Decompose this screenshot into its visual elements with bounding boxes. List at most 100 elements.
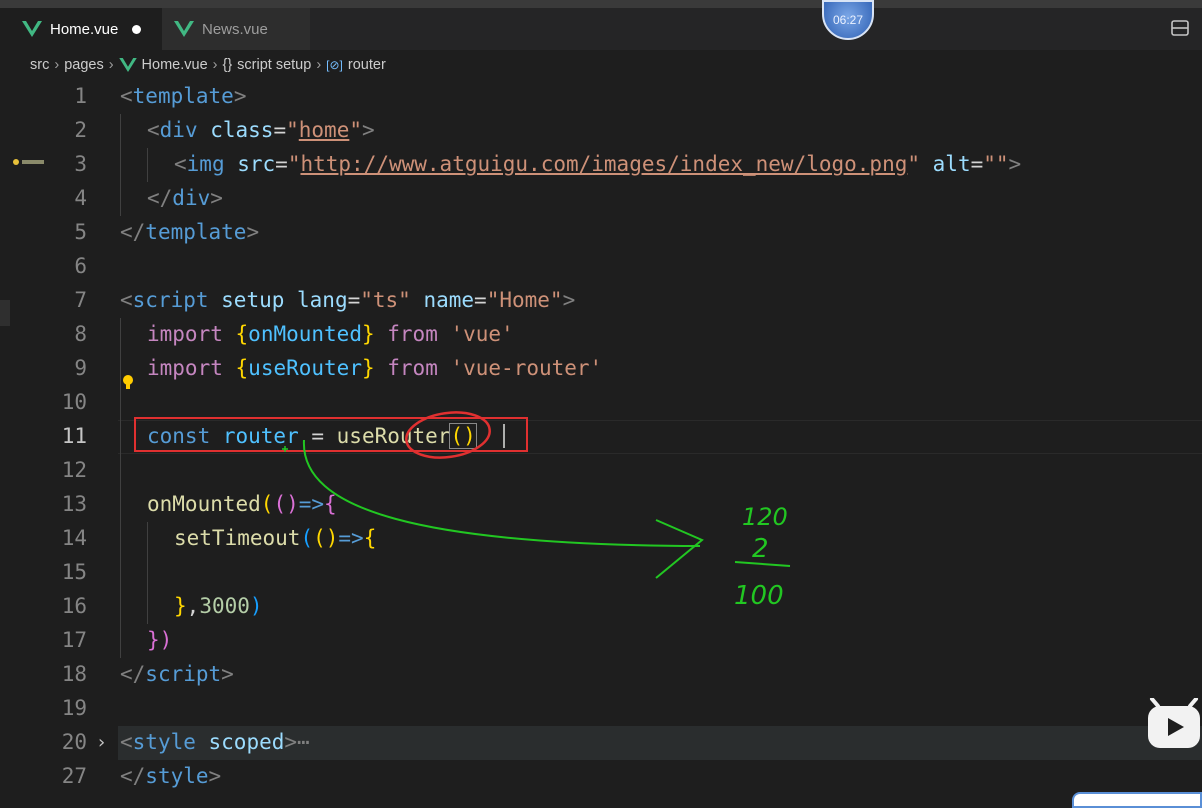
code-line: 6 [0,250,1202,284]
tab-label: Home.vue [50,20,119,38]
indent-guide [120,454,121,488]
breadcrumb-item-script-setup[interactable]: script setup [237,57,311,73]
code-text: </style> [120,764,222,788]
breadcrumb-item-src[interactable]: src [30,57,49,73]
code-text: },3000) [174,594,263,618]
indent-guide [120,182,121,216]
indent-guide [120,624,121,658]
code-text: }) [147,628,173,652]
tab-news-vue[interactable]: News.vue [162,8,310,50]
annotation-highlight-box [134,417,528,452]
indent-guide [120,420,121,454]
code-line: 3 <img src="http://www.atguigu.com/image… [0,148,1202,182]
indent-guide [120,114,121,148]
line-number: 8 [74,322,87,346]
line-number: 6 [74,254,87,278]
code-line: 19 [0,692,1202,726]
code-line: 4 </div> [0,182,1202,216]
code-line: 10 [0,375,1202,420]
line-number: 18 [61,662,87,686]
line-number: 27 [61,764,87,788]
line-number: 9 [74,356,87,380]
indent-guide [120,590,121,624]
line-number: 4 [74,186,87,210]
line-number: 17 [61,628,87,652]
chevron-right-icon: › [316,57,322,73]
breadcrumb: src › pages › Home.vue › {} script setup… [0,50,1202,80]
code-line: 1 <template> [0,80,1202,114]
code-line: 27 </style> [0,760,1202,794]
code-text: <style scoped>⋯ [120,730,310,754]
braces-icon: {} [222,57,233,73]
line-number: 16 [61,594,87,618]
code-line: 15 [0,556,1202,590]
code-text: setTimeout(()=>{ [174,526,377,550]
split-editor-icon[interactable] [1170,18,1190,38]
breadcrumb-item-home-vue[interactable]: Home.vue [142,57,208,73]
line-number: 3 [74,152,87,176]
window-top-strip [0,0,1202,8]
line-number: 20 [61,730,87,754]
lightbulb-icon[interactable] [122,374,134,392]
code-text: </script> [120,662,234,686]
code-text: <script setup lang="ts" name="Home"> [120,288,576,312]
line-number: 15 [61,560,87,584]
tab-bar: Home.vue News.vue [0,8,1202,50]
overlay-widget[interactable] [1072,792,1202,808]
code-line: 17 }) [0,624,1202,658]
code-line: 12 [0,454,1202,488]
code-line: 14 setTimeout(()=>{ [0,522,1202,556]
line-number: 14 [61,526,87,550]
chevron-right-icon[interactable]: › [96,732,107,753]
breadcrumb-item-pages[interactable]: pages [64,57,104,73]
chevron-right-icon: › [212,57,218,73]
code-line: 5 </template> [0,216,1202,250]
indent-guide [120,352,121,386]
code-text: import {onMounted} from 'vue' [147,322,514,346]
indent-guide [120,488,121,522]
code-text: <img src="http://www.atguigu.com/images/… [174,152,1022,176]
code-text: <template> [120,84,247,108]
tab-label: News.vue [202,20,268,38]
variable-icon: [⊘] [326,58,343,72]
vue-icon [174,21,194,37]
line-number: 1 [74,84,87,108]
line-number: 12 [61,458,87,482]
line-number: 10 [61,390,87,414]
indent-guide [147,148,148,182]
code-text: onMounted(()=>{ [147,492,337,516]
vue-icon [118,58,137,72]
code-text: </div> [147,186,223,210]
code-text: import {useRouter} from 'vue-router' [147,356,603,380]
code-line: 8 import {onMounted} from 'vue' [0,318,1202,352]
code-line: 2 <div class="home"> [0,114,1202,148]
video-play-icon[interactable] [1146,698,1202,754]
code-line-folded: 20 › <style scoped>⋯ [0,726,1202,760]
tab-home-vue[interactable]: Home.vue [0,8,162,50]
code-text: <div class="home"> [147,118,375,142]
chevron-right-icon: › [108,57,114,73]
indent-guide [120,318,121,352]
indent-guide [147,522,148,556]
code-line: 13 onMounted(()=>{ [0,488,1202,522]
text-cursor [503,424,505,448]
line-number: 5 [74,220,87,244]
line-number: 7 [74,288,87,312]
indent-guide [147,590,148,624]
code-line: 7 <script setup lang="ts" name="Home"> [0,284,1202,318]
indent-guide [120,556,121,590]
indent-guide [120,522,121,556]
indent-guide [120,148,121,182]
indent-guide [120,386,121,420]
breadcrumb-item-router[interactable]: router [348,57,386,73]
line-number: 13 [61,492,87,516]
unsaved-dot-icon[interactable] [132,24,142,34]
code-line: 9 import {useRouter} from 'vue-router' [0,352,1202,386]
vue-icon [22,21,42,37]
indent-guide [147,556,148,590]
line-number: 19 [61,696,87,720]
chevron-right-icon: › [54,57,60,73]
line-number: 2 [74,118,87,142]
code-line: 16 },3000) [0,590,1202,624]
code-text: </template> [120,220,260,244]
